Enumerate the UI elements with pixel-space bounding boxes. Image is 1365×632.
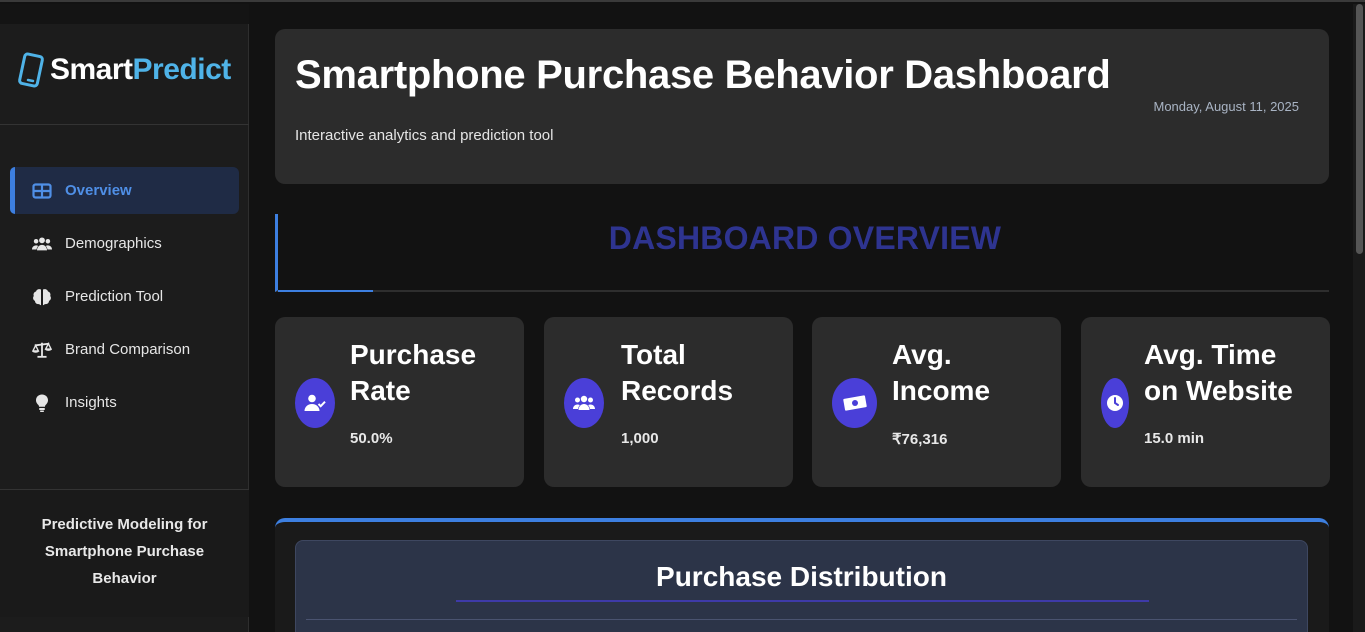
stat-value: 15.0 min (1144, 430, 1205, 447)
chart-divider (306, 619, 1297, 620)
dashboard-header: Smartphone Purchase Behavior Dashboard M… (275, 29, 1329, 184)
lightbulb-icon (32, 393, 52, 413)
footer-line-1: Predictive Modeling for (41, 516, 208, 533)
section-header: DASHBOARD OVERVIEW (275, 214, 1329, 292)
chart-panel: Purchase Distribution (275, 518, 1329, 632)
purchase-distribution-card: Purchase Distribution (295, 540, 1308, 632)
stat-label: Total Records (621, 339, 734, 406)
sidebar-item-label: Overview (65, 182, 132, 199)
footer-line-3: Behavior (92, 570, 157, 587)
sidebar-divider (0, 124, 249, 125)
page-scrollbar[interactable] (1353, 4, 1365, 632)
section-title: DASHBOARD OVERVIEW (608, 220, 1002, 256)
users-icon (32, 234, 52, 254)
sidebar-nav: Overview Demographics Prediction Tool Br… (10, 167, 239, 432)
stat-value: 1,000 (621, 430, 659, 447)
stat-value: 50.0% (350, 430, 393, 447)
sidebar-footer: Predictive Modeling for Smartphone Purch… (0, 489, 249, 617)
footer-line-2: Smartphone Purchase (44, 543, 205, 560)
stat-label: Purchase Rate (350, 339, 477, 406)
chart-title-underline (456, 600, 1149, 602)
current-date: Monday, August 11, 2025 (1153, 99, 1299, 114)
stat-label: Avg. Income (892, 339, 991, 406)
brand-logo[interactable]: SmartPredict (16, 50, 231, 90)
chart-title: Purchase Distribution (656, 561, 947, 592)
sidebar-item-label: Insights (65, 394, 117, 411)
stat-card-total-records: Total Records 1,000 (544, 317, 793, 487)
user-check-icon (295, 378, 335, 428)
stats-row: Purchase Rate 50.0% Total Records 1,000 … (275, 317, 1330, 487)
brand-word-predict: Predict (132, 53, 232, 86)
scrollbar-thumb[interactable] (1356, 4, 1363, 254)
mobile-phone-icon (18, 52, 44, 88)
clock-icon (1101, 378, 1129, 428)
users-icon (564, 378, 604, 428)
stat-card-purchase-rate: Purchase Rate 50.0% (275, 317, 524, 487)
app-window: SmartPredict Overview Demographics Predi… (0, 0, 1365, 632)
sidebar-item-overview[interactable]: Overview (10, 167, 239, 214)
sidebar-item-brand-comparison[interactable]: Brand Comparison (10, 326, 239, 373)
scale-icon (32, 340, 52, 360)
page-title: Smartphone Purchase Behavior Dashboard (295, 53, 1111, 97)
main-content: Smartphone Purchase Behavior Dashboard M… (250, 4, 1353, 632)
sidebar: SmartPredict Overview Demographics Predi… (0, 4, 249, 632)
brand-name: SmartPredict (50, 53, 231, 87)
sidebar-item-label: Prediction Tool (65, 288, 164, 305)
sidebar-item-demographics[interactable]: Demographics (10, 220, 239, 267)
money-bill-icon (832, 378, 877, 428)
sidebar-item-label: Brand Comparison (65, 341, 191, 358)
sidebar-item-insights[interactable]: Insights (10, 379, 239, 426)
brand-word-smart: Smart (50, 53, 133, 86)
grid-icon (32, 181, 52, 201)
stat-label: Avg. Time on Website (1144, 339, 1293, 406)
stat-card-avg-time: Avg. Time on Website 15.0 min (1081, 317, 1330, 487)
sidebar-item-label: Demographics (65, 235, 162, 252)
stat-card-avg-income: Avg. Income ₹76,316 (812, 317, 1061, 487)
sidebar-top-strip (0, 4, 249, 24)
brain-icon (32, 287, 52, 307)
page-subtitle: Interactive analytics and prediction too… (295, 127, 554, 144)
stat-value: ₹76,316 (892, 431, 948, 448)
sidebar-item-prediction-tool[interactable]: Prediction Tool (10, 273, 239, 320)
